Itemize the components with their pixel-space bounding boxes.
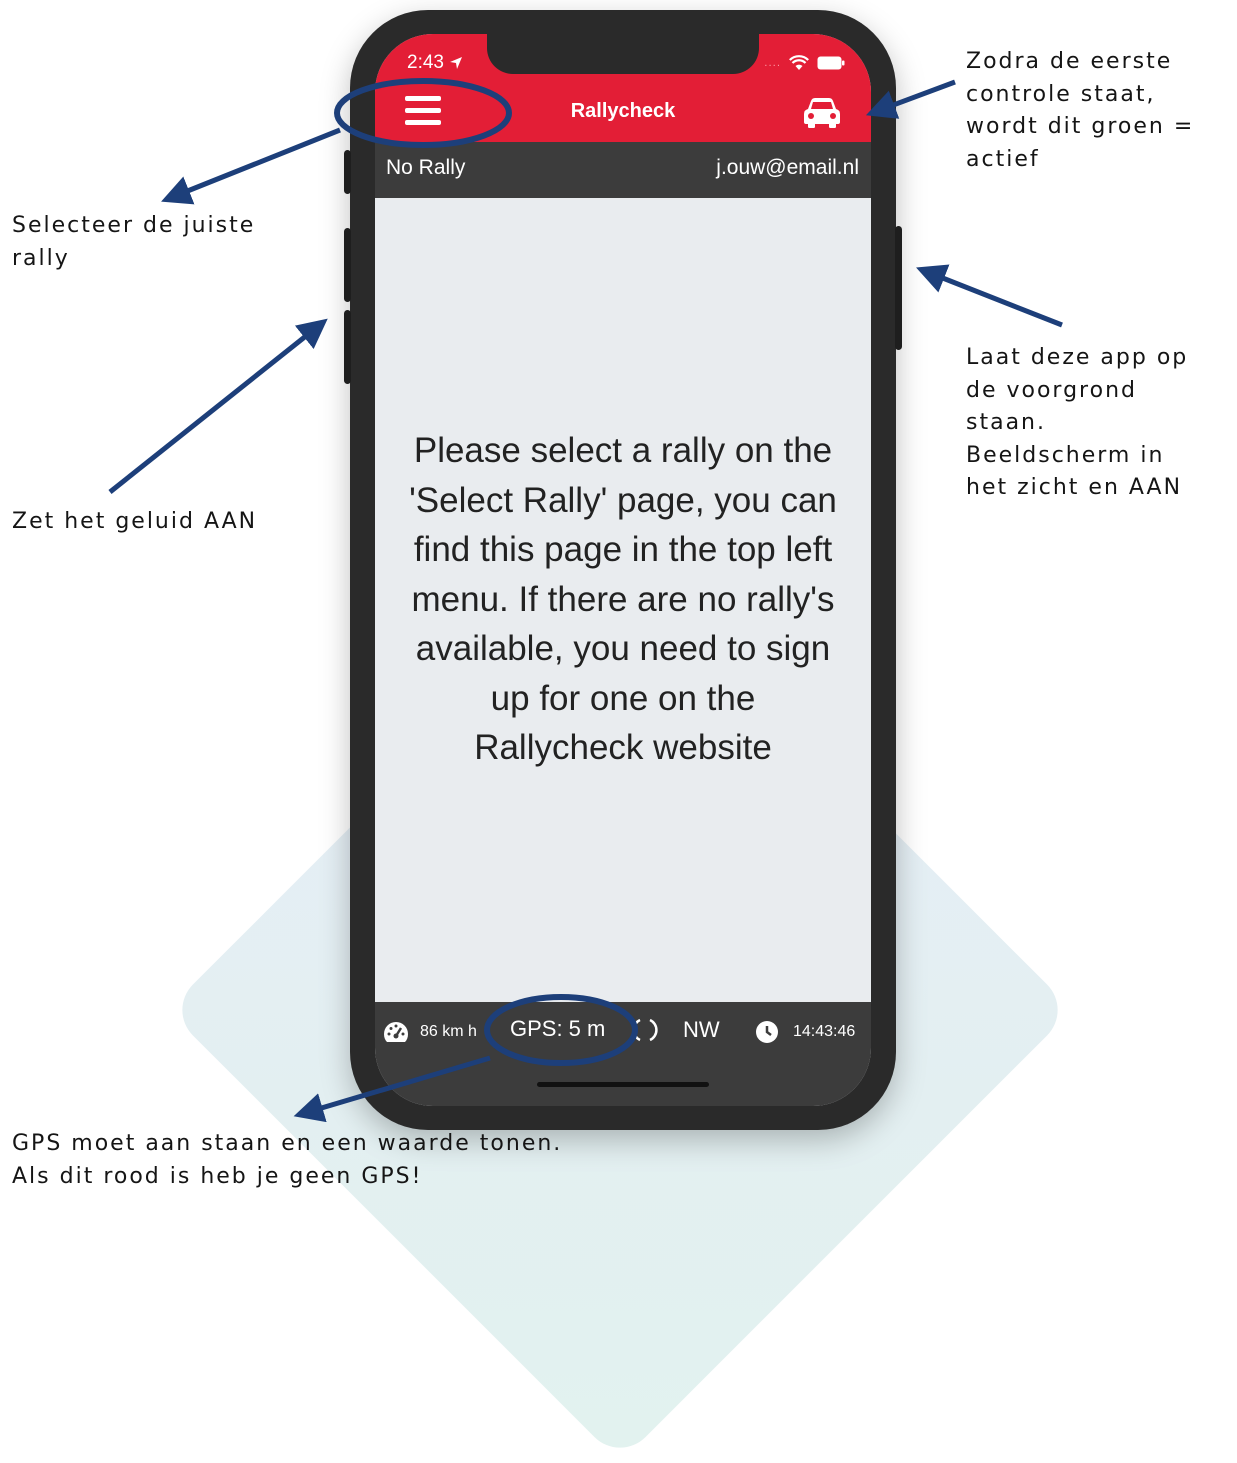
battery-icon: [817, 56, 845, 70]
rally-info-bar: No Rally j.ouw@email.nl: [375, 142, 871, 198]
app-title: Rallycheck: [570, 100, 676, 122]
annotation-line: controle staat,: [966, 81, 1156, 107]
annotation-line: GPS moet aan staan en een waarde tonen.: [12, 1131, 563, 1156]
annotation-line: Zodra de eerste: [966, 49, 1173, 74]
wifi-icon: [789, 55, 809, 70]
phone-screen: 2:43 .... Rallycheck No Rally j.ouw@emai…: [375, 34, 871, 1106]
home-indicator[interactable]: [537, 1082, 709, 1087]
volume-down-button: [344, 310, 351, 384]
no-rally-message: Please select a rally on the 'Select Ral…: [409, 431, 837, 767]
annotation-car-status: Zodra de eerste controle staat, wordt di…: [966, 46, 1194, 176]
speedometer-icon: [384, 1022, 408, 1042]
compass-icon: [632, 1018, 658, 1042]
annotation-line: rally: [12, 245, 70, 271]
arrow-to-volume-button: [108, 318, 328, 494]
annotation-gps: GPS moet aan staan en een waarde tonen. …: [12, 1128, 562, 1193]
power-button: [895, 226, 902, 350]
phone-notch: [487, 34, 759, 74]
status-time-text: 2:43: [407, 52, 444, 73]
annotation-line: Laat deze app op: [966, 345, 1189, 370]
car-icon[interactable]: [803, 97, 841, 129]
rally-name: No Rally: [386, 156, 466, 179]
arrow-to-power-button: [916, 264, 1063, 328]
clock-value: 14:43:46: [793, 1023, 856, 1040]
arrow-to-menu: [161, 127, 341, 205]
annotation-line: Selecteer de juiste: [12, 213, 256, 238]
gps-value: GPS: 5 m: [510, 1016, 606, 1041]
clock-icon: [756, 1021, 778, 1043]
speed-readout: 86 km h: [382, 1020, 477, 1044]
annotation-line: actief: [966, 146, 1040, 172]
annotation-line: staan.: [966, 410, 1046, 435]
annotation-line: Als dit rood is heb je geen GPS!: [12, 1163, 423, 1189]
location-arrow-icon: [450, 56, 463, 69]
annotation-select-rally: Selecteer de juiste rally: [12, 210, 255, 275]
app-header: 2:43 .... Rallycheck: [375, 34, 871, 142]
signal-dots-icon: ....: [764, 57, 781, 69]
heading-readout: NW: [631, 1016, 720, 1044]
annotation-sound: Zet het geluid AAN: [12, 506, 257, 539]
user-email: j.ouw@email.nl: [716, 156, 859, 179]
gps-readout: GPS: 5 m: [510, 1016, 605, 1042]
annotation-line: de voorgrond: [966, 377, 1137, 403]
annotation-line: Beeldscherm in: [966, 442, 1165, 468]
annotation-line: Zet het geluid AAN: [12, 509, 258, 534]
annotation-line: het zicht en AAN: [966, 475, 1183, 500]
speed-value: 86 km h: [420, 1023, 477, 1040]
annotation-keep-foreground: Laat deze app op de voorgrond staan. Bee…: [966, 342, 1188, 505]
volume-up-button: [344, 228, 351, 302]
heading-value: NW: [683, 1017, 720, 1042]
status-time: 2:43: [407, 52, 463, 74]
status-bottom-bar: 86 km h GPS: 5 m NW 14:43:46: [375, 1002, 871, 1106]
clock-readout: 14:43:46: [755, 1020, 855, 1044]
annotation-line: wordt dit groen =: [966, 114, 1195, 139]
mute-switch: [344, 150, 351, 194]
status-icons: ....: [764, 54, 845, 72]
